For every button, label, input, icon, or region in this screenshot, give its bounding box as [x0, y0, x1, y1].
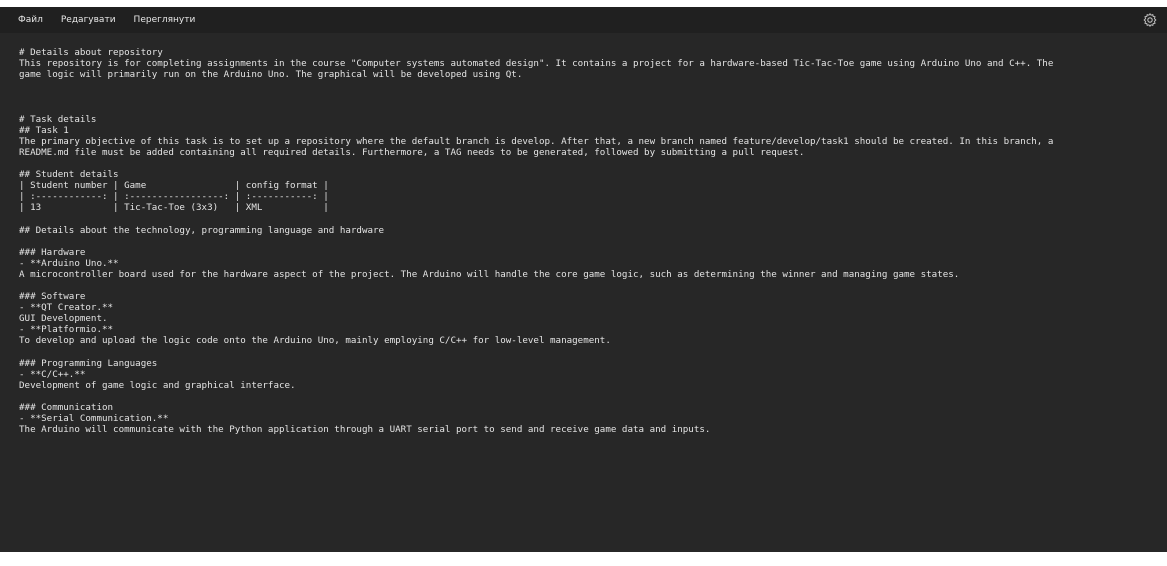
- editor-line: This repository is for completing assign…: [19, 58, 1054, 70]
- editor-line: ### Programming Languages: [19, 357, 158, 369]
- editor-line: To develop and upload the logic code ont…: [19, 335, 611, 347]
- editor-line: - **Serial Communication.**: [19, 413, 169, 425]
- editor-line: The Arduino will communicate with the Py…: [19, 424, 711, 436]
- editor-line: ## Student details: [19, 169, 119, 181]
- notepad-window: Файл Редагувати Переглянути # Details ab…: [0, 7, 1167, 552]
- menu-edit[interactable]: Редагувати: [52, 7, 125, 33]
- editor-line: A microcontroller board used for the har…: [19, 268, 960, 280]
- menu-bar: Файл Редагувати Переглянути: [0, 7, 1167, 33]
- editor-line: ### Hardware: [19, 246, 86, 258]
- editor-line: - **C/C++.**: [19, 368, 86, 380]
- text-editor[interactable]: # Details about repository This repositor…: [19, 47, 1157, 435]
- editor-line: - **QT Creator.**: [19, 302, 114, 314]
- editor-line: ### Communication: [19, 402, 114, 413]
- editor-line: Development of game logic and graphical …: [19, 379, 296, 391]
- editor-line: The primary objective of this task is to…: [19, 135, 1054, 147]
- menu-view[interactable]: Переглянути: [125, 7, 205, 33]
- gear-icon[interactable]: [1142, 12, 1158, 28]
- menu-file[interactable]: Файл: [0, 7, 52, 33]
- editor-line: ### Software: [19, 291, 86, 303]
- editor-line: # Task details: [19, 113, 97, 125]
- editor-line: - **Arduino Uno.**: [19, 257, 119, 269]
- editor-line: README.md file must be added containing …: [19, 146, 805, 158]
- editor-line: ## Details about the technology, program…: [19, 224, 385, 236]
- editor-line: | :------------: | :-----------------: |…: [19, 191, 329, 203]
- editor-line: GUI Development.: [19, 313, 108, 325]
- editor-line: | 13 | Tic-Tac-Toe (3x3) | XML |: [19, 202, 329, 214]
- editor-line: game logic will primarily run on the Ard…: [19, 69, 523, 81]
- editor-line: # Details about repository: [19, 47, 163, 58]
- editor-line: - **Platformio.**: [19, 324, 114, 336]
- editor-line: | Student number | Game | config format …: [19, 180, 329, 192]
- editor-line: ## Task 1: [19, 124, 69, 136]
